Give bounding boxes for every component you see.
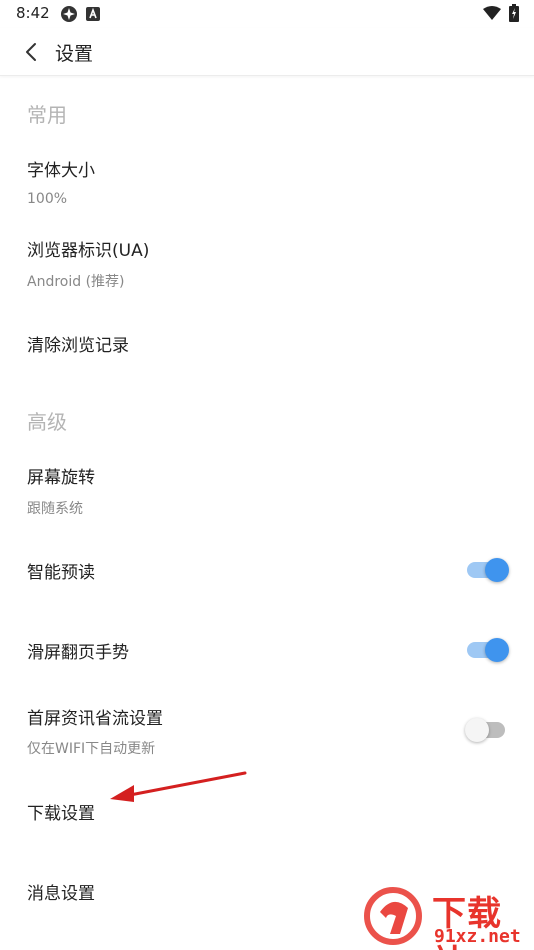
toggle-thumb [485, 558, 509, 582]
a-notification-icon [86, 6, 100, 25]
status-bar: 8:42 [0, 0, 534, 28]
toggle-thumb [465, 718, 489, 742]
setting-title: 屏幕旋转 [27, 468, 95, 488]
setting-title: 下载设置 [27, 804, 95, 824]
swipe-gesture-toggle[interactable] [465, 638, 509, 662]
setting-title: 字体大小 [27, 161, 95, 181]
setting-title: 智能预读 [27, 563, 95, 583]
watermark-logo: 下载站 91xz.net [360, 880, 534, 950]
status-time: 8:42 [16, 4, 50, 22]
setting-smart-preload[interactable]: 智能预读 [0, 540, 534, 600]
back-button[interactable] [18, 38, 44, 66]
section-header-common: 常用 [27, 103, 67, 127]
setting-font-size[interactable]: 字体大小 100% [0, 145, 534, 225]
setting-title: 首屏资讯省流设置 [27, 709, 163, 729]
chevron-left-icon [26, 43, 36, 61]
annotation-arrow-icon [110, 771, 247, 802]
setting-subtitle: 100% [27, 191, 68, 207]
setting-clear-history[interactable]: 清除浏览记录 [0, 310, 534, 380]
watermark-badge-icon [364, 887, 422, 945]
smart-preload-toggle[interactable] [465, 558, 509, 582]
setting-title: 滑屏翻页手势 [27, 643, 129, 663]
setting-title: 消息设置 [27, 884, 95, 904]
setting-subtitle: 跟随系统 [27, 501, 83, 517]
setting-subtitle: 仅在WIFI下自动更新 [27, 741, 156, 757]
section-header-advanced: 高级 [27, 410, 67, 434]
setting-screen-rotation[interactable]: 屏幕旋转 跟随系统 [0, 452, 534, 532]
setting-home-data-saver[interactable]: 首屏资讯省流设置 仅在WIFI下自动更新 [0, 694, 534, 774]
battery-icon [509, 4, 519, 26]
setting-title: 清除浏览记录 [27, 336, 129, 356]
setting-download[interactable]: 下载设置 [0, 780, 534, 840]
setting-title: 浏览器标识(UA) [27, 241, 150, 261]
setting-swipe-page-gesture[interactable]: 滑屏翻页手势 [0, 620, 534, 680]
watermark-brand-bottom: 91xz.net [434, 926, 521, 947]
data-saver-toggle[interactable] [465, 718, 509, 742]
toggle-thumb [485, 638, 509, 662]
page-title: 设置 [55, 43, 94, 65]
app-bar: 设置 [0, 28, 534, 76]
app-notification-icon [60, 5, 78, 27]
setting-user-agent[interactable]: 浏览器标识(UA) Android (推荐) [0, 225, 534, 305]
settings-screen: 8:42 设置 常用 字体大小 100% 浏览器标识(UA) Android (… [0, 0, 534, 950]
setting-subtitle: Android (推荐) [27, 274, 125, 290]
wifi-icon [483, 6, 501, 25]
